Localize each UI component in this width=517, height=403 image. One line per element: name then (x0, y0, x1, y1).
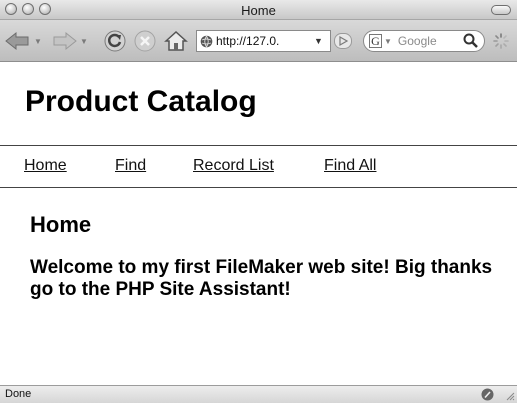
search-bar[interactable]: G ▼ Google (363, 30, 485, 52)
go-button[interactable] (334, 33, 352, 54)
address-bar[interactable]: http://127.0. ▼ (196, 30, 331, 52)
pencil-icon[interactable] (481, 388, 494, 401)
nav-divider (0, 187, 517, 188)
toolbar-toggle-button[interactable] (491, 5, 511, 15)
page-content: Product Catalog Home Find Record List Fi… (0, 62, 517, 385)
globe-icon (200, 35, 213, 47)
header-divider (0, 145, 517, 146)
back-history-arrow-icon[interactable]: ▼ (34, 37, 42, 46)
window-title: Home (241, 3, 276, 18)
window-titlebar: Home (0, 0, 517, 20)
status-text: Done (5, 388, 32, 400)
home-icon (164, 30, 188, 51)
nav-link-home[interactable]: Home (24, 157, 67, 175)
play-icon (334, 33, 352, 49)
forward-history-arrow-icon[interactable]: ▼ (80, 37, 88, 46)
address-text[interactable]: http://127.0. (216, 34, 312, 48)
reload-button[interactable] (104, 30, 126, 52)
stop-icon (134, 30, 156, 52)
spinner-icon (493, 33, 509, 49)
search-engine-arrow-icon[interactable]: ▼ (384, 37, 392, 46)
welcome-message: Welcome to my first FileMaker web site! … (30, 257, 493, 300)
forward-arrow-icon (53, 31, 77, 51)
home-button[interactable] (164, 30, 190, 52)
reload-icon (104, 30, 126, 52)
search-input[interactable]: Google (398, 34, 437, 48)
status-bar: Done (0, 385, 517, 403)
stop-button[interactable] (134, 30, 156, 52)
forward-button[interactable]: ▼ (50, 30, 90, 52)
nav-link-find[interactable]: Find (115, 157, 146, 175)
resize-grip-icon[interactable] (505, 391, 515, 401)
magnifier-icon[interactable] (463, 33, 479, 49)
section-title: Home (30, 212, 92, 237)
back-arrow-icon (5, 31, 29, 51)
nav-link-record-list[interactable]: Record List (193, 157, 274, 175)
back-button[interactable]: ▼ (4, 30, 44, 52)
page-title: Product Catalog (25, 85, 257, 118)
nav-link-find-all[interactable]: Find All (324, 157, 376, 175)
browser-toolbar: ▼ ▼ http://127.0. ▼ G ▼ Google (0, 20, 517, 62)
google-icon[interactable]: G (369, 34, 382, 48)
address-history-arrow-icon[interactable]: ▼ (314, 36, 323, 46)
